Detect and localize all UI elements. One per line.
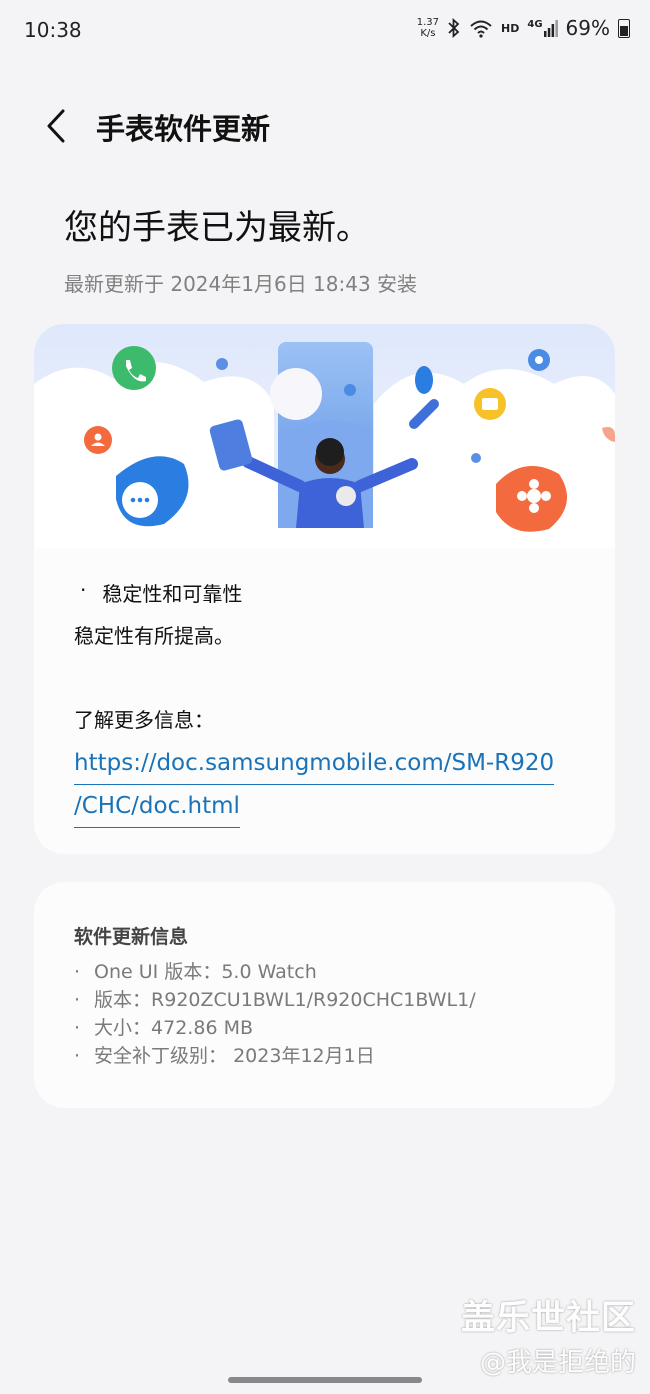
bullet: ·	[80, 578, 87, 602]
more-info-link[interactable]: https://doc.samsungmobile.com/SM-R920 /C…	[74, 742, 555, 828]
update-illustration	[34, 324, 615, 548]
software-info-title: 软件更新信息	[74, 926, 189, 948]
link-line-2[interactable]: /CHC/doc.html	[74, 785, 240, 828]
info-size: 大小：472.86 MB	[94, 1017, 253, 1039]
update-status-headline: 您的手表已为最新。	[64, 208, 370, 248]
page-title: 手表软件更新	[96, 112, 271, 146]
info-security-patch: 安全补丁级别： 2023年12月1日	[94, 1045, 375, 1067]
info-version: 版本：R920ZCU1BWL1/R920CHC1BWL1/	[94, 989, 476, 1011]
network-speed: 1.37 K/s	[417, 17, 439, 39]
app-header: 手表软件更新	[0, 96, 650, 156]
bluetooth-icon	[448, 18, 460, 38]
install-info: 最新更新于 2024年1月6日 18:43 安装	[64, 272, 418, 296]
hd-label: HD	[501, 21, 520, 35]
more-info-label: 了解更多信息：	[74, 708, 214, 732]
info-one-ui-version: One UI 版本：5.0 Watch	[94, 961, 317, 983]
software-info-list: · One UI 版本：5.0 Watch · 版本：R920ZCU1BWL1/R9…	[74, 958, 476, 1070]
list-item: · 大小：472.86 MB	[74, 1014, 476, 1042]
watermark-community: 盖乐世社区	[461, 1298, 636, 1338]
signal-icon: 4G	[527, 19, 558, 37]
wifi-icon	[470, 20, 492, 38]
back-button[interactable]	[36, 104, 76, 148]
signal-label: 4G	[527, 19, 543, 30]
status-icons: 1.37 K/s HD 4G 69%	[417, 16, 630, 40]
status-bar: 10:38 1.37 K/s HD 4G 69%	[0, 0, 650, 60]
release-notes-card: · 稳定性和可靠性 稳定性有所提高。 了解更多信息： https://doc.s…	[34, 324, 615, 854]
list-item: · 版本：R920ZCU1BWL1/R920CHC1BWL1/	[74, 986, 476, 1014]
status-time: 10:38	[24, 18, 82, 42]
software-info-card: 软件更新信息 · One UI 版本：5.0 Watch · 版本：R920ZCU1…	[34, 882, 615, 1108]
note-heading-text: 稳定性和可靠性	[102, 582, 243, 606]
watermark-author: @我是拒绝的	[479, 1348, 636, 1378]
list-item: · One UI 版本：5.0 Watch	[74, 958, 476, 986]
link-line-1[interactable]: https://doc.samsungmobile.com/SM-R920	[74, 742, 555, 785]
battery-level: 69%	[565, 16, 610, 40]
list-item: · 安全补丁级别： 2023年12月1日	[74, 1042, 476, 1070]
battery-icon	[618, 18, 630, 38]
net-speed-value: 1.37	[416, 17, 440, 28]
chevron-left-icon	[47, 109, 65, 143]
note-body: 稳定性有所提高。	[74, 624, 234, 648]
note-heading: · 稳定性和可靠性	[80, 578, 242, 607]
net-speed-unit: K/s	[420, 28, 436, 39]
home-indicator[interactable]	[228, 1377, 422, 1383]
